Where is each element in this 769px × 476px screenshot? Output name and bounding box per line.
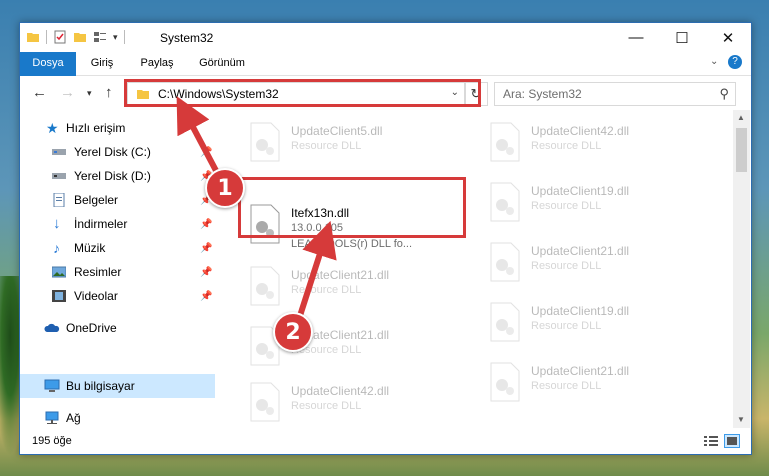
arrow-to-file [295,220,337,323]
step-1-badge: 1 [205,168,245,208]
annotation-arrows [176,96,337,323]
step-2-badge: 2 [273,312,313,352]
